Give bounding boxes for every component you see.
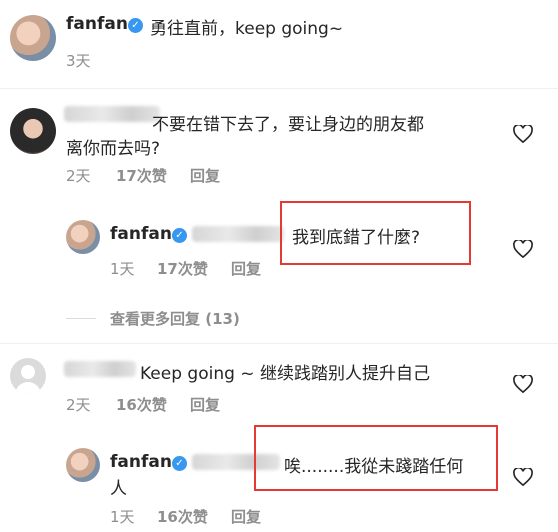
comment-likes[interactable]: 17次赞: [116, 165, 167, 186]
like-heart-icon[interactable]: [513, 468, 533, 486]
reply-time: 1天: [110, 260, 135, 278]
reply-text-line2: 人: [110, 479, 127, 499]
default-avatar-icon[interactable]: [10, 358, 46, 394]
post-caption: 勇往直前，keep going~: [150, 19, 344, 39]
comment-time: 2天: [66, 396, 91, 414]
view-more-replies[interactable]: 查看更多回复 (13): [110, 308, 240, 329]
comment-time: 2天: [66, 167, 91, 185]
section-divider: [0, 88, 558, 89]
reply-username[interactable]: fanfan: [110, 224, 172, 244]
reply-reply-button[interactable]: 回复: [231, 506, 261, 527]
reply-avatar[interactable]: [66, 448, 100, 482]
reply-avatar[interactable]: [66, 220, 100, 254]
reply-likes[interactable]: 16次赞: [157, 506, 208, 527]
like-heart-icon[interactable]: [513, 240, 533, 258]
view-more-line: [66, 318, 96, 319]
reply-text-line1: 唉........我從未踐踏任何: [284, 457, 464, 477]
comment-username-redacted: [64, 106, 160, 122]
comment-text-line2: 离你而去吗?: [66, 139, 161, 159]
section-divider: [0, 343, 558, 344]
like-heart-icon[interactable]: [513, 125, 533, 143]
reply-time: 1天: [110, 508, 135, 526]
comment-text: Keep going ~ 继续践踏别人提升自己: [140, 364, 430, 384]
comment-text-line1: 不要在错下去了，要让身边的朋友都: [152, 115, 424, 135]
reply-reply-button[interactable]: 回复: [231, 258, 261, 279]
reply-text: 我到底錯了什麼?: [292, 228, 421, 248]
verified-icon: ✓: [172, 456, 187, 471]
comment-reply-button[interactable]: 回复: [190, 165, 220, 186]
verified-icon: ✓: [172, 228, 187, 243]
mention-redacted: [192, 226, 284, 242]
comment-reply-button[interactable]: 回复: [190, 394, 220, 415]
post-avatar[interactable]: [10, 15, 56, 61]
post-time: 3天: [66, 52, 91, 70]
like-heart-icon[interactable]: [513, 375, 533, 393]
comment-avatar[interactable]: [10, 108, 56, 154]
comment-likes[interactable]: 16次赞: [116, 394, 167, 415]
reply-username[interactable]: fanfan: [110, 452, 172, 472]
reply-likes[interactable]: 17次赞: [157, 258, 208, 279]
verified-icon: ✓: [128, 18, 143, 33]
comment-username-redacted: [64, 361, 136, 377]
post-username[interactable]: fanfan: [66, 14, 128, 34]
